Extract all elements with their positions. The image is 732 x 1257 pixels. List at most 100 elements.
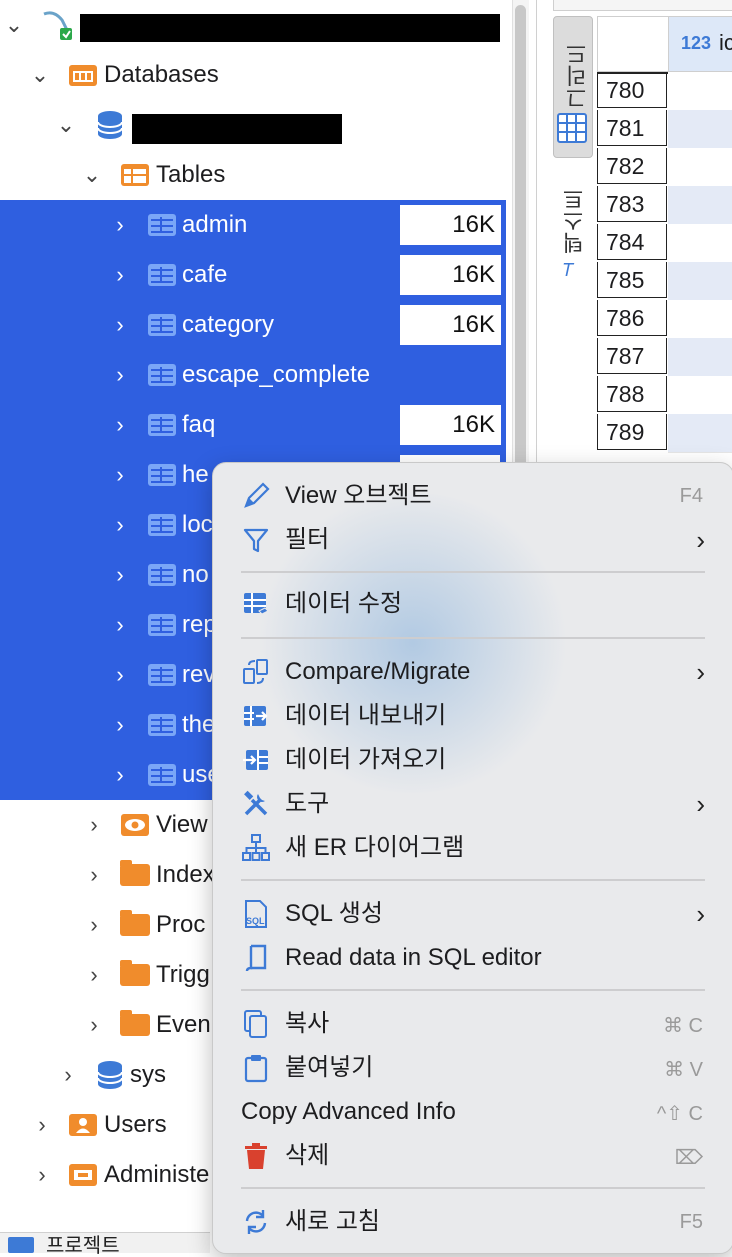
chevron-right-icon[interactable]: › xyxy=(110,460,130,490)
menu-item-edit-data[interactable]: 데이터 수정 xyxy=(213,583,732,625)
table-icon xyxy=(148,264,176,286)
grid-cell[interactable] xyxy=(668,414,732,453)
menu-item-read-data-sql-editor[interactable]: Read data in SQL editor xyxy=(213,937,732,979)
chevron-right-icon[interactable]: › xyxy=(110,310,130,340)
menu-separator xyxy=(241,637,705,639)
menu-item-paste[interactable]: 붙여넣기 ⌘ V xyxy=(213,1047,732,1089)
table-name: the xyxy=(182,711,216,738)
grid-cell[interactable] xyxy=(668,148,732,187)
chevron-down-icon[interactable]: ⌄ xyxy=(30,60,50,90)
grid-cell[interactable] xyxy=(668,110,732,149)
menu-item-label: 필터 xyxy=(285,526,330,553)
menu-item-view-object[interactable]: View 오브젝트 F4 xyxy=(213,475,732,517)
chevron-right-icon[interactable]: › xyxy=(110,760,130,790)
submenu-arrow-icon: › xyxy=(696,657,705,687)
svg-text:SQL: SQL xyxy=(246,916,265,926)
chevron-down-icon[interactable]: ⌄ xyxy=(56,110,76,140)
chevron-down-icon[interactable]: ⌄ xyxy=(82,160,102,190)
menu-item-label: 새로 고침 xyxy=(285,1208,380,1235)
grid-cell[interactable] xyxy=(668,224,732,263)
sys-label: sys xyxy=(130,1061,166,1088)
chevron-right-icon[interactable]: › xyxy=(110,260,130,290)
column-type-badge: 123 xyxy=(681,33,712,53)
tables-folder-icon xyxy=(121,164,149,186)
grid-cell[interactable] xyxy=(668,72,732,111)
shortcut-label: ^⇧ C xyxy=(656,1103,703,1125)
grid-tab-label: 그리드 xyxy=(565,43,590,109)
chevron-right-icon[interactable]: › xyxy=(84,860,104,890)
chevron-right-icon[interactable]: › xyxy=(32,1160,52,1190)
grid-tab[interactable]: 그리드 xyxy=(553,16,593,158)
folder-icon xyxy=(120,960,150,986)
table-row[interactable]: › cafe 16K xyxy=(0,250,508,300)
chevron-right-icon[interactable]: › xyxy=(110,410,130,440)
copy-icon xyxy=(244,1010,267,1038)
grid-cell[interactable] xyxy=(668,186,732,225)
table-row[interactable]: › admin 16K xyxy=(0,200,508,250)
grid-cell[interactable] xyxy=(668,262,732,301)
chevron-right-icon[interactable]: › xyxy=(110,210,130,240)
table-row[interactable]: › escape_complete xyxy=(0,350,508,400)
tree-databases-row[interactable]: ⌄ Databases xyxy=(0,50,508,100)
chevron-right-icon[interactable]: › xyxy=(84,910,104,940)
menu-item-new-er-diagram[interactable]: 새 ER 다이어그램 xyxy=(213,827,732,869)
menu-item-generate-sql[interactable]: SQL SQL 생성 › xyxy=(213,893,732,935)
menu-item-label: 복사 xyxy=(285,1010,330,1037)
grid-cell[interactable] xyxy=(668,300,732,339)
menu-item-filter[interactable]: 필터 › xyxy=(213,519,732,561)
chevron-right-icon[interactable]: › xyxy=(84,960,104,990)
text-tab[interactable]: 텍스트 𝑇 xyxy=(553,180,591,290)
menu-item-tools[interactable]: 도구 › xyxy=(213,783,732,825)
chevron-right-icon[interactable]: › xyxy=(84,1010,104,1040)
submenu-arrow-icon: › xyxy=(696,899,705,929)
grid-cell[interactable] xyxy=(668,338,732,377)
table-name: escape_complete xyxy=(182,361,371,388)
menu-item-label: Copy Advanced Info xyxy=(241,1098,456,1125)
table-icon xyxy=(148,414,176,436)
tree-connection-row[interactable]: ⌄ xyxy=(0,0,508,50)
chevron-right-icon[interactable]: › xyxy=(110,560,130,590)
table-size: 16K xyxy=(400,205,501,245)
table-row[interactable]: › faq 16K xyxy=(0,400,508,450)
project-icon xyxy=(8,1237,34,1253)
chevron-right-icon[interactable]: › xyxy=(110,510,130,540)
menu-item-import-data[interactable]: 데이터 가져오기 xyxy=(213,739,732,781)
tree-database-row[interactable]: ⌄ xyxy=(0,100,508,150)
table-row[interactable]: › category 16K xyxy=(0,300,508,350)
project-tab-label[interactable]: 프로젝트 xyxy=(46,1235,120,1257)
chevron-down-icon[interactable]: ⌄ xyxy=(4,10,24,40)
database-icon xyxy=(97,111,123,139)
menu-item-label: Read data in SQL editor xyxy=(285,944,542,971)
menu-separator xyxy=(241,989,705,991)
menu-item-label: 새 ER 다이어그램 xyxy=(285,834,465,861)
views-folder-icon xyxy=(121,814,149,836)
menu-item-compare-migrate[interactable]: Compare/Migrate › xyxy=(213,651,732,693)
chevron-right-icon[interactable]: › xyxy=(58,1060,78,1090)
tree-tables-row[interactable]: ⌄ Tables xyxy=(0,150,508,200)
menu-item-delete[interactable]: 삭제 ⌦ xyxy=(213,1135,732,1177)
databases-folder-icon xyxy=(69,65,97,86)
table-name: admin xyxy=(182,211,248,238)
table-icon xyxy=(148,464,176,486)
procedures-label: Proc xyxy=(156,911,206,938)
grid-cell[interactable] xyxy=(668,376,732,415)
chevron-right-icon[interactable]: › xyxy=(110,660,130,690)
chevron-right-icon[interactable]: › xyxy=(32,1110,52,1140)
chevron-right-icon[interactable]: › xyxy=(110,610,130,640)
table-icon xyxy=(148,214,176,236)
chevron-right-icon[interactable]: › xyxy=(110,710,130,740)
redacted-connection-name xyxy=(80,14,500,42)
menu-item-refresh[interactable]: 새로 고침 F5 xyxy=(213,1201,732,1243)
menu-item-export-data[interactable]: 데이터 내보내기 xyxy=(213,695,732,737)
chevron-right-icon[interactable]: › xyxy=(110,360,130,390)
shortcut-label: F5 xyxy=(679,1211,703,1233)
menu-item-copy[interactable]: 복사 ⌘ C xyxy=(213,1003,732,1045)
databases-label: Databases xyxy=(104,61,219,88)
menu-item-copy-advanced-info[interactable]: Copy Advanced Info ^⇧ C xyxy=(213,1091,732,1133)
column-header[interactable]: 123 ic xyxy=(668,16,732,72)
submenu-arrow-icon: › xyxy=(696,525,705,555)
row-number: 786 xyxy=(597,300,667,336)
text-tab-label: 텍스트 xyxy=(562,188,587,254)
table-name: loc xyxy=(182,511,213,538)
chevron-right-icon[interactable]: › xyxy=(84,810,104,840)
